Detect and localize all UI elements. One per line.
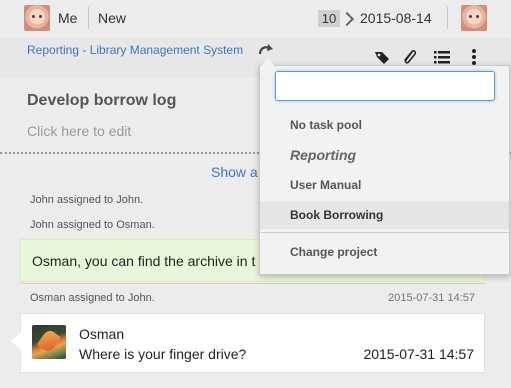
comment-timestamp: 2015-07-31 14:57: [363, 346, 474, 362]
project-dropdown: No task pool Reporting User Manual Book …: [259, 58, 510, 275]
more-vertical-icon[interactable]: [465, 48, 483, 66]
top-bar: Me New 10 2015-08-14: [0, 0, 511, 37]
activity-timestamp: 2015-07-31 14:57: [388, 292, 475, 304]
comment-author[interactable]: Osman: [79, 326, 124, 342]
project-link[interactable]: Reporting - Library Management System: [27, 43, 243, 57]
dropdown-divider: [260, 232, 509, 233]
tag-icon[interactable]: [373, 48, 391, 66]
paperclip-icon[interactable]: [400, 48, 418, 66]
comment-text: Where is your finger drive?: [79, 346, 247, 362]
divider: [88, 7, 89, 29]
count-badge[interactable]: 10: [318, 10, 340, 27]
dropdown-item-book-borrowing[interactable]: Book Borrowing: [260, 201, 509, 229]
dropdown-item-change-project[interactable]: Change project: [260, 238, 509, 266]
new-link[interactable]: New: [98, 10, 126, 26]
dropdown-item-no-task-pool[interactable]: No task pool: [260, 111, 509, 139]
project-search-input[interactable]: [275, 71, 495, 101]
dropdown-item-user-manual[interactable]: User Manual: [260, 171, 509, 199]
comment: Osman Where is your finger drive? 2015-0…: [11, 313, 485, 373]
profile-avatar-icon[interactable]: [461, 5, 487, 31]
divider: [20, 283, 485, 284]
activity-entry: John assigned to Osman.: [30, 219, 155, 231]
me-link[interactable]: Me: [58, 10, 77, 26]
user-avatar-icon[interactable]: [24, 5, 50, 31]
divider: [447, 7, 448, 29]
redo-icon[interactable]: [258, 42, 274, 58]
activity-entry: John assigned to John.: [30, 194, 144, 206]
chevron-right-icon: [341, 9, 353, 29]
task-title[interactable]: Develop borrow log: [27, 92, 176, 110]
comment-text: Osman, you can find the archive in t: [32, 253, 256, 269]
list-icon[interactable]: [433, 48, 451, 66]
activity-entry: Osman assigned to John.: [30, 292, 155, 304]
current-date[interactable]: 2015-08-14: [360, 10, 432, 26]
task-description-placeholder[interactable]: Click here to edit: [27, 123, 131, 139]
osman-avatar: [32, 325, 66, 359]
show-all-link[interactable]: Show a: [211, 164, 258, 180]
dropdown-group-reporting: Reporting: [290, 147, 357, 163]
